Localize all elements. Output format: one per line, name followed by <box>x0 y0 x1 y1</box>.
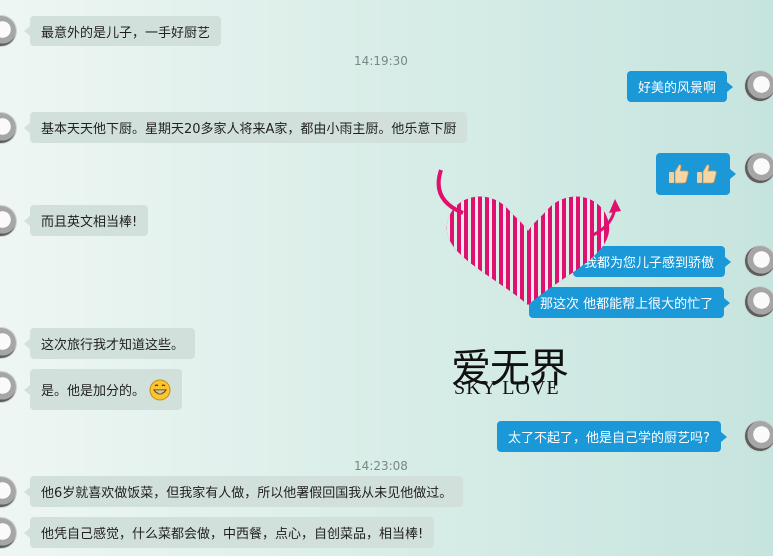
avatar[interactable] <box>0 16 16 46</box>
chat-bubble-outgoing: 那这次 他都能帮上很大的忙了 <box>529 287 731 318</box>
avatar[interactable] <box>0 328 16 358</box>
chat-bubble-incoming: 他凭自己感觉，什么菜都会做，中西餐，点心，自创菜品，相当棒! <box>23 517 435 548</box>
chat-bubble-incoming: 他6岁就喜欢做饭菜，但我家有人做，所以他署假回国我从未见他做过。 <box>23 476 464 507</box>
chat-bubble-outgoing: 太了不起了，他是自己学的厨艺吗? <box>497 421 727 452</box>
timestamp: 14:19:30 <box>354 54 408 68</box>
chat-bubble-incoming: 基本天天他下厨。星期天20多家人将来A家，都由小雨主厨。他乐意下厨 <box>23 112 468 143</box>
chat-bubble-outgoing <box>656 153 736 195</box>
avatar[interactable] <box>745 71 773 101</box>
grinning-face-icon <box>149 379 171 400</box>
chat-bubble-incoming: 是。他是加分的。 <box>23 369 183 410</box>
avatar[interactable] <box>0 113 16 143</box>
message-text: 他凭自己感觉，什么菜都会做，中西餐，点心，自创菜品，相当棒! <box>41 527 424 542</box>
chat-bubble-incoming: 最意外的是儿子，一手好厨艺 <box>23 16 222 46</box>
avatar[interactable] <box>745 153 773 183</box>
message-text: 是。他是加分的。 <box>41 384 146 399</box>
message-text: 最意外的是儿子，一手好厨艺 <box>41 25 211 41</box>
avatar[interactable] <box>745 246 773 276</box>
message-text: 好美的风景啊 <box>638 81 717 96</box>
message-text: 太了不起了，他是自己学的厨艺吗? <box>508 431 710 446</box>
message-text: 我都为您儿子感到骄傲 <box>584 256 715 271</box>
timestamp: 14:23:08 <box>354 459 408 473</box>
avatar[interactable] <box>0 477 16 507</box>
message-text: 那这次 他都能帮上很大的忙了 <box>540 297 714 312</box>
chat-bubble-incoming: 这次旅行我才知道这些。 <box>23 328 196 359</box>
chat-bubble-incoming: 而且英文相当棒! <box>23 205 149 236</box>
logo-subtitle: SKY LOVE <box>454 377 560 399</box>
avatar[interactable] <box>745 421 773 451</box>
thumbs-up-icon <box>669 164 689 184</box>
chat-bubble-outgoing: 好美的风景啊 <box>627 71 734 102</box>
message-text: 而且英文相当棒! <box>41 215 138 230</box>
avatar[interactable] <box>0 518 16 548</box>
message-text: 这次旅行我才知道这些。 <box>41 338 185 353</box>
chat-bubble-outgoing: 我都为您儿子感到骄傲 <box>573 246 732 277</box>
thumbs-up-icon <box>697 164 717 184</box>
avatar[interactable] <box>0 206 16 236</box>
avatar[interactable] <box>745 287 773 317</box>
message-text: 他6岁就喜欢做饭菜，但我家有人做，所以他署假回国我从未见他做过。 <box>41 486 453 501</box>
avatar[interactable] <box>0 372 16 402</box>
message-text: 基本天天他下厨。星期天20多家人将来A家，都由小雨主厨。他乐意下厨 <box>41 122 457 137</box>
